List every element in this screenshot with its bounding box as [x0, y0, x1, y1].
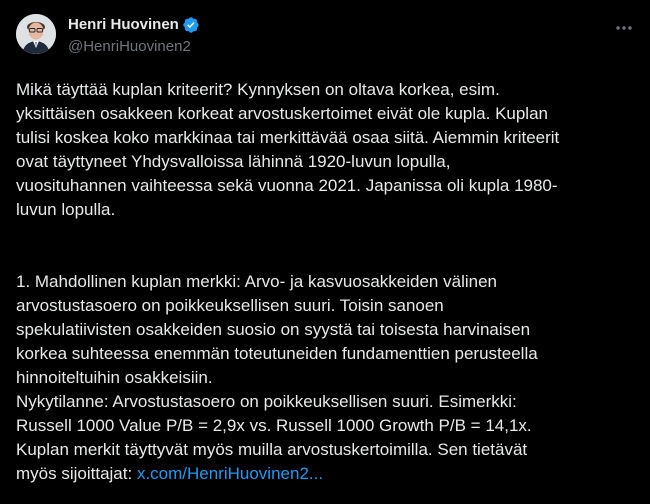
more-options-icon[interactable] — [614, 18, 634, 38]
author-display-name[interactable]: Henri Huovinen — [68, 15, 179, 35]
text-line: Nykytilanne: Arvostustasoero on poikkeuk… — [16, 392, 517, 411]
tweet-text: Mikä täyttää kuplan kriteerit? Kynnyksen… — [16, 78, 636, 486]
text-line: spekulatiivisten osakkeiden suosio on sy… — [16, 320, 531, 339]
text-line: korkea suhteessa enemmän toteutuneiden f… — [16, 344, 538, 363]
text-line: yksittäisen osakkeen korkeat arvostusker… — [16, 104, 548, 123]
text-line: Kuplan merkit täyttyvät myös muilla arvo… — [16, 440, 528, 459]
text-line: ovat täyttyneet Yhdysvalloissa lähinnä 1… — [16, 152, 451, 171]
text-line: hinnoiteltuihin osakkeisiin. — [16, 368, 213, 387]
tweet: Henri Huovinen @HenriHuovinen2 Mikä täyt… — [0, 0, 650, 504]
avatar[interactable] — [16, 14, 56, 54]
tweet-paragraph-1: Mikä täyttää kuplan kriteerit? Kynnyksen… — [16, 78, 636, 222]
tweet-link[interactable]: x.com/HenriHuovinen2... — [137, 464, 323, 483]
text-line: Mikä täyttää kuplan kriteerit? Kynnyksen… — [16, 80, 500, 99]
display-name-row: Henri Huovinen — [68, 15, 200, 35]
text-line: tulisi koskea koko markkinaa tai merkitt… — [16, 128, 560, 147]
text-line: 1. Mahdollinen kuplan merkki: Arvo- ja k… — [16, 272, 497, 291]
text-line: myös sijoittajat: — [16, 464, 137, 483]
verified-badge-icon[interactable] — [182, 16, 200, 34]
text-line: arvostustasoero on poikkeuksellisen suur… — [16, 296, 444, 315]
tweet-paragraph-2: 1. Mahdollinen kuplan merkki: Arvo- ja k… — [16, 270, 636, 486]
text-line: Russell 1000 Value P/B = 2,9x vs. Russel… — [16, 416, 532, 435]
author-names: Henri Huovinen @HenriHuovinen2 — [68, 15, 200, 57]
text-line: vuosituhannen vaihteessa sekä vuonna 202… — [16, 176, 558, 195]
tweet-header: Henri Huovinen @HenriHuovinen2 — [16, 12, 634, 60]
author-handle[interactable]: @HenriHuovinen2 — [68, 37, 200, 57]
text-line: luvun lopulla. — [16, 200, 116, 219]
